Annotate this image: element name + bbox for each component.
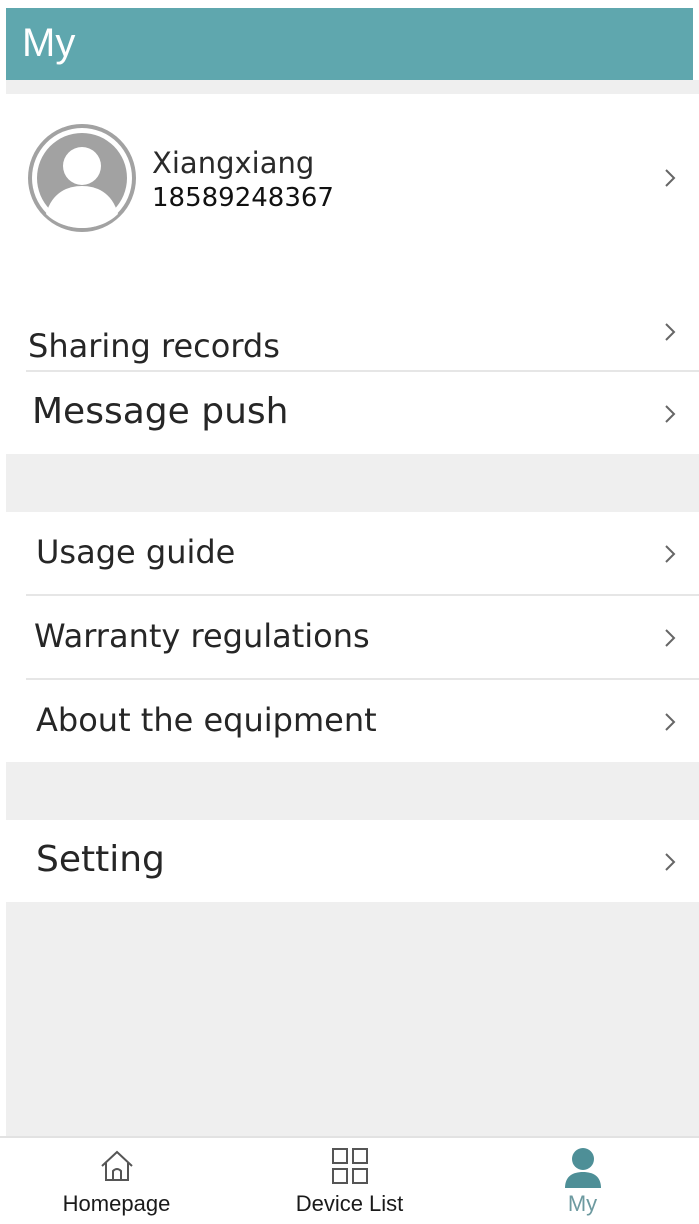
- chevron-right-icon: [665, 629, 676, 647]
- avatar[interactable]: [28, 124, 136, 232]
- top-bar: My: [6, 8, 693, 80]
- tab-homepage[interactable]: Homepage: [0, 1138, 233, 1224]
- row-setting[interactable]: Setting: [6, 820, 699, 902]
- bottom-tab-bar: Homepage Device List My: [0, 1136, 699, 1224]
- row-about-equipment[interactable]: About the equipment: [6, 680, 699, 762]
- row-label: Sharing records: [28, 327, 280, 365]
- row-label: Usage guide: [36, 533, 236, 571]
- chevron-right-icon: [665, 545, 676, 563]
- row-usage-guide[interactable]: Usage guide: [6, 512, 699, 594]
- content-area: Xiangxiang 18589248367 Sharing records M…: [6, 80, 699, 1136]
- profile-name: Xiangxiang: [152, 146, 315, 180]
- group-info: Usage guide Warranty regulations About t…: [6, 512, 699, 762]
- row-label: Setting: [36, 839, 165, 880]
- home-icon: [100, 1150, 133, 1181]
- chevron-right-icon: [665, 323, 676, 341]
- tab-device-list[interactable]: Device List: [233, 1138, 466, 1224]
- row-label: Message push: [32, 391, 289, 432]
- page-title: My: [22, 21, 76, 65]
- chevron-right-icon: [665, 853, 676, 871]
- profile-card[interactable]: Xiangxiang 18589248367: [6, 94, 699, 314]
- row-label: About the equipment: [36, 701, 377, 739]
- group-settings: Setting: [6, 820, 699, 902]
- person-icon: [564, 1148, 601, 1188]
- chevron-right-icon: [665, 713, 676, 731]
- default-avatar-icon: [32, 128, 132, 228]
- chevron-right-icon: [665, 169, 676, 187]
- tab-label: Device List: [295, 1191, 404, 1216]
- row-warranty-regulations[interactable]: Warranty regulations: [6, 596, 699, 678]
- profile-phone: 18589248367: [152, 183, 334, 213]
- row-label: Warranty regulations: [34, 617, 370, 655]
- group-records: Sharing records Message push: [6, 288, 699, 454]
- tab-label: Homepage: [62, 1191, 171, 1216]
- row-sharing-records[interactable]: Sharing records: [6, 288, 699, 370]
- row-message-push[interactable]: Message push: [6, 372, 699, 454]
- tab-label: My: [567, 1191, 598, 1216]
- tab-my[interactable]: My: [466, 1138, 699, 1224]
- chevron-right-icon: [665, 405, 676, 423]
- grid-icon: [331, 1148, 368, 1184]
